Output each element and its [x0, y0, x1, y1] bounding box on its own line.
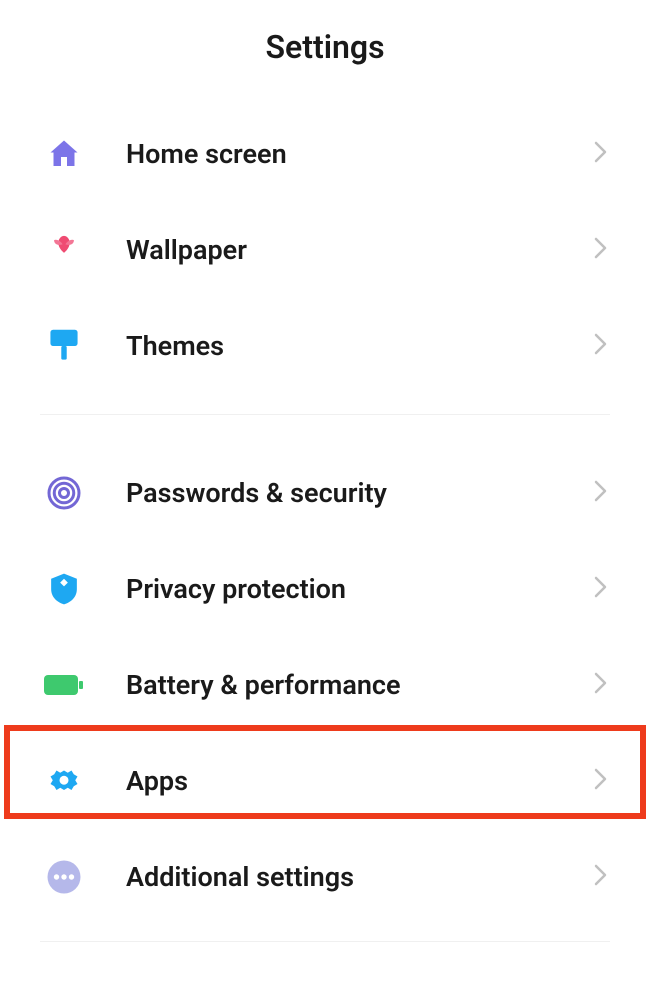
fingerprint-icon — [44, 473, 84, 513]
list-item-label: Passwords & security — [126, 477, 594, 509]
chevron-right-icon — [594, 140, 610, 168]
list-item-wallpaper[interactable]: Wallpaper — [0, 202, 650, 298]
chevron-right-icon — [594, 671, 610, 699]
page-title: Settings — [0, 28, 650, 66]
battery-icon — [44, 665, 84, 705]
chevron-right-icon — [594, 479, 610, 507]
header: Settings — [0, 0, 650, 106]
list-item-passwords-security[interactable]: Passwords & security — [0, 445, 650, 541]
list-item-label: Themes — [126, 330, 594, 362]
brush-icon — [44, 326, 84, 366]
divider — [40, 414, 610, 415]
list-item-label: Additional settings — [126, 861, 594, 893]
list-item-label: Apps — [126, 765, 594, 797]
settings-list: Home screen Wallpaper Themes Passwords &… — [0, 106, 650, 972]
home-icon — [44, 134, 84, 174]
chevron-right-icon — [594, 236, 610, 264]
ellipsis-icon — [44, 857, 84, 897]
chevron-right-icon — [594, 767, 610, 795]
list-item-battery-performance[interactable]: Battery & performance — [0, 637, 650, 733]
divider — [40, 941, 610, 942]
list-item-label: Home screen — [126, 138, 594, 170]
flower-icon — [44, 230, 84, 270]
chevron-right-icon — [594, 332, 610, 360]
list-item-themes[interactable]: Themes — [0, 298, 650, 394]
list-item-additional-settings[interactable]: Additional settings — [0, 829, 650, 925]
list-item-apps[interactable]: Apps — [0, 733, 650, 829]
list-item-label: Battery & performance — [126, 669, 594, 701]
chevron-right-icon — [594, 863, 610, 891]
gear-icon — [44, 761, 84, 801]
list-item-label: Privacy protection — [126, 573, 594, 605]
shield-icon — [44, 569, 84, 609]
list-item-label: Wallpaper — [126, 234, 594, 266]
list-item-privacy-protection[interactable]: Privacy protection — [0, 541, 650, 637]
chevron-right-icon — [594, 575, 610, 603]
list-item-home-screen[interactable]: Home screen — [0, 106, 650, 202]
